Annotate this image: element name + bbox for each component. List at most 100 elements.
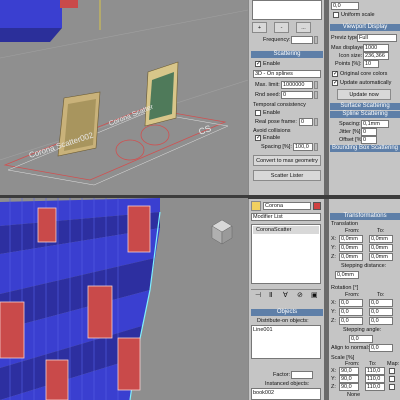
enable-checkbox[interactable]	[255, 60, 261, 67]
objects-header[interactable]: Objects	[251, 309, 323, 316]
modifier-stack[interactable]: CoronaScatter	[251, 224, 321, 284]
spline-spacing-field[interactable]: 0,1mm	[361, 120, 389, 128]
modifier-panel: Corona Scatter002 Modifier List CoronaSc…	[248, 199, 324, 400]
spacing-label: Spacing [%]:	[261, 144, 292, 150]
preview-type-dropdown[interactable]: Full	[357, 34, 397, 42]
stepping-angle-field[interactable]: 0,0	[349, 335, 373, 343]
avoid-enable-checkbox[interactable]	[255, 134, 261, 141]
red-book-6	[45, 359, 69, 400]
object-name-field[interactable]: Corona Scatter002	[263, 202, 311, 210]
viewcube-icon	[211, 219, 233, 245]
rx-from-field[interactable]: 0,0	[339, 299, 363, 307]
modifier-stack-item[interactable]: CoronaScatter	[253, 226, 319, 234]
real-pose-field[interactable]: 0	[299, 118, 313, 126]
offset-field[interactable]: 0	[361, 136, 377, 144]
sy-from-field[interactable]: 90,0	[339, 375, 359, 383]
viewport-display-header[interactable]: Viewport Display	[330, 24, 400, 31]
scene-label-cs: CS	[197, 123, 212, 137]
rnd-seed-spinner[interactable]	[314, 91, 318, 99]
scatter-lister-button[interactable]: Scatter Lister	[253, 170, 321, 181]
temporal-enable-label: Enable	[263, 110, 281, 116]
update-now-button[interactable]: Update now	[337, 89, 391, 100]
frequency-field[interactable]	[291, 36, 313, 44]
tz-to-field[interactable]: 0,0mm	[369, 253, 393, 261]
uniform-scale-checkbox[interactable]	[333, 12, 339, 18]
tx-from-field[interactable]: 0,0mm	[339, 235, 363, 243]
viewport-perspective-bottom[interactable]	[0, 198, 248, 400]
rz-from-field[interactable]: 0,0	[339, 317, 363, 325]
temporal-enable-checkbox[interactable]	[255, 110, 261, 116]
bounding-box-header[interactable]: Bounding Box Scattering	[330, 145, 400, 152]
surface-scattering-header[interactable]: Surface Scattering	[330, 103, 400, 110]
sx-from-field[interactable]: 90,0	[339, 367, 359, 375]
sz-from-field[interactable]: 90,0	[339, 383, 359, 391]
map-none-label[interactable]: None	[347, 392, 360, 398]
jitter-label: Jitter [%]:	[339, 129, 362, 135]
max-limit-spinner[interactable]	[314, 81, 318, 89]
modifier-list-dropdown[interactable]: Modifier List	[251, 213, 321, 221]
frequency-spinner[interactable]	[314, 36, 318, 44]
distribute-item[interactable]: Line001	[253, 327, 319, 333]
ry-from-field[interactable]: 0,0	[339, 308, 363, 316]
tz-from-field[interactable]: 0,0mm	[339, 253, 363, 261]
scattering-header[interactable]: Scattering	[251, 51, 323, 58]
sx-to-field[interactable]: 110,0	[365, 367, 385, 375]
update-auto-checkbox[interactable]	[332, 79, 338, 86]
max-displayed-field[interactable]: 1000	[363, 44, 389, 52]
ry-to-field[interactable]: 0,0	[369, 308, 393, 316]
translation-from-label: From:	[345, 228, 360, 234]
object-color-swatch[interactable]	[313, 202, 321, 210]
rx-to-field[interactable]: 0,0	[369, 299, 393, 307]
stepping-angle-label: Stepping angle:	[343, 327, 382, 333]
transformations-header[interactable]: Transformations	[330, 213, 400, 220]
instanced-list[interactable]: book002	[251, 388, 321, 400]
instanced-item[interactable]: book002	[253, 390, 319, 396]
pin-stack-icon[interactable]: ⊣	[255, 291, 261, 299]
tx-to-field[interactable]: 0,0mm	[369, 235, 393, 243]
top-list[interactable]	[252, 0, 322, 20]
more-button[interactable]: ...	[296, 22, 311, 33]
stack-toolbar: ⊣ Ⅱ ∀ ⊘ ▣	[251, 289, 321, 299]
translation-to-label: To:	[377, 228, 385, 234]
rnd-seed-field[interactable]: 0	[281, 91, 313, 99]
sz-map-checkbox[interactable]	[389, 384, 395, 390]
points-field[interactable]: 10	[363, 60, 379, 68]
jitter-field[interactable]: 0	[361, 128, 377, 136]
stepping-distance-field[interactable]: 0,0mm	[335, 271, 359, 279]
spacing-field[interactable]: 100,0	[293, 143, 313, 151]
spline-scattering-header[interactable]: Spline Scattering	[330, 111, 400, 118]
sz-to-field[interactable]: 110,0	[365, 383, 385, 391]
sy-map-checkbox[interactable]	[389, 376, 395, 382]
spacing-spinner[interactable]	[314, 143, 318, 151]
remove-modifier-icon[interactable]: ⊘	[297, 291, 303, 299]
distribute-label: Distribute-on objects:	[257, 318, 309, 324]
rz-to-field[interactable]: 0,0	[369, 317, 393, 325]
distribute-list[interactable]: Line001	[251, 325, 321, 359]
top-value-field[interactable]: 0,0	[331, 2, 359, 10]
spline-spacing-label: Spacing:	[339, 121, 361, 127]
max-limit-field[interactable]: 1000000	[281, 81, 313, 89]
cs-icon-circle	[140, 124, 170, 146]
sx-map-checkbox[interactable]	[389, 368, 395, 374]
original-colors-checkbox[interactable]	[332, 70, 338, 77]
icon-size-field[interactable]: 236,366	[363, 52, 389, 60]
add-button[interactable]: +	[252, 22, 267, 33]
ty-from-field[interactable]: 0,0mm	[339, 244, 363, 252]
red-book-5	[117, 337, 141, 391]
ty-to-field[interactable]: 0,0mm	[369, 244, 393, 252]
remove-button[interactable]: -	[274, 22, 289, 33]
factor-field[interactable]	[291, 371, 313, 379]
scene-bottom	[0, 198, 233, 400]
update-auto-label: Update automatically	[340, 80, 392, 86]
red-book-3	[0, 301, 25, 359]
convert-button[interactable]: Convert to max geometry	[253, 155, 321, 166]
sy-to-field[interactable]: 110,0	[365, 375, 385, 383]
show-end-icon[interactable]: Ⅱ	[269, 291, 272, 299]
viewport-perspective-top[interactable]: Corona Scatter002 Corona Scatter CS	[0, 0, 248, 196]
real-pose-spinner[interactable]	[314, 118, 318, 126]
configure-sets-icon[interactable]: ▣	[311, 291, 318, 299]
mode-dropdown[interactable]: 3D - On splines	[253, 70, 321, 78]
make-unique-icon[interactable]: ∀	[283, 291, 288, 299]
align-normal-field[interactable]: 0,0	[369, 344, 393, 352]
enable-label: Enable	[263, 61, 281, 67]
